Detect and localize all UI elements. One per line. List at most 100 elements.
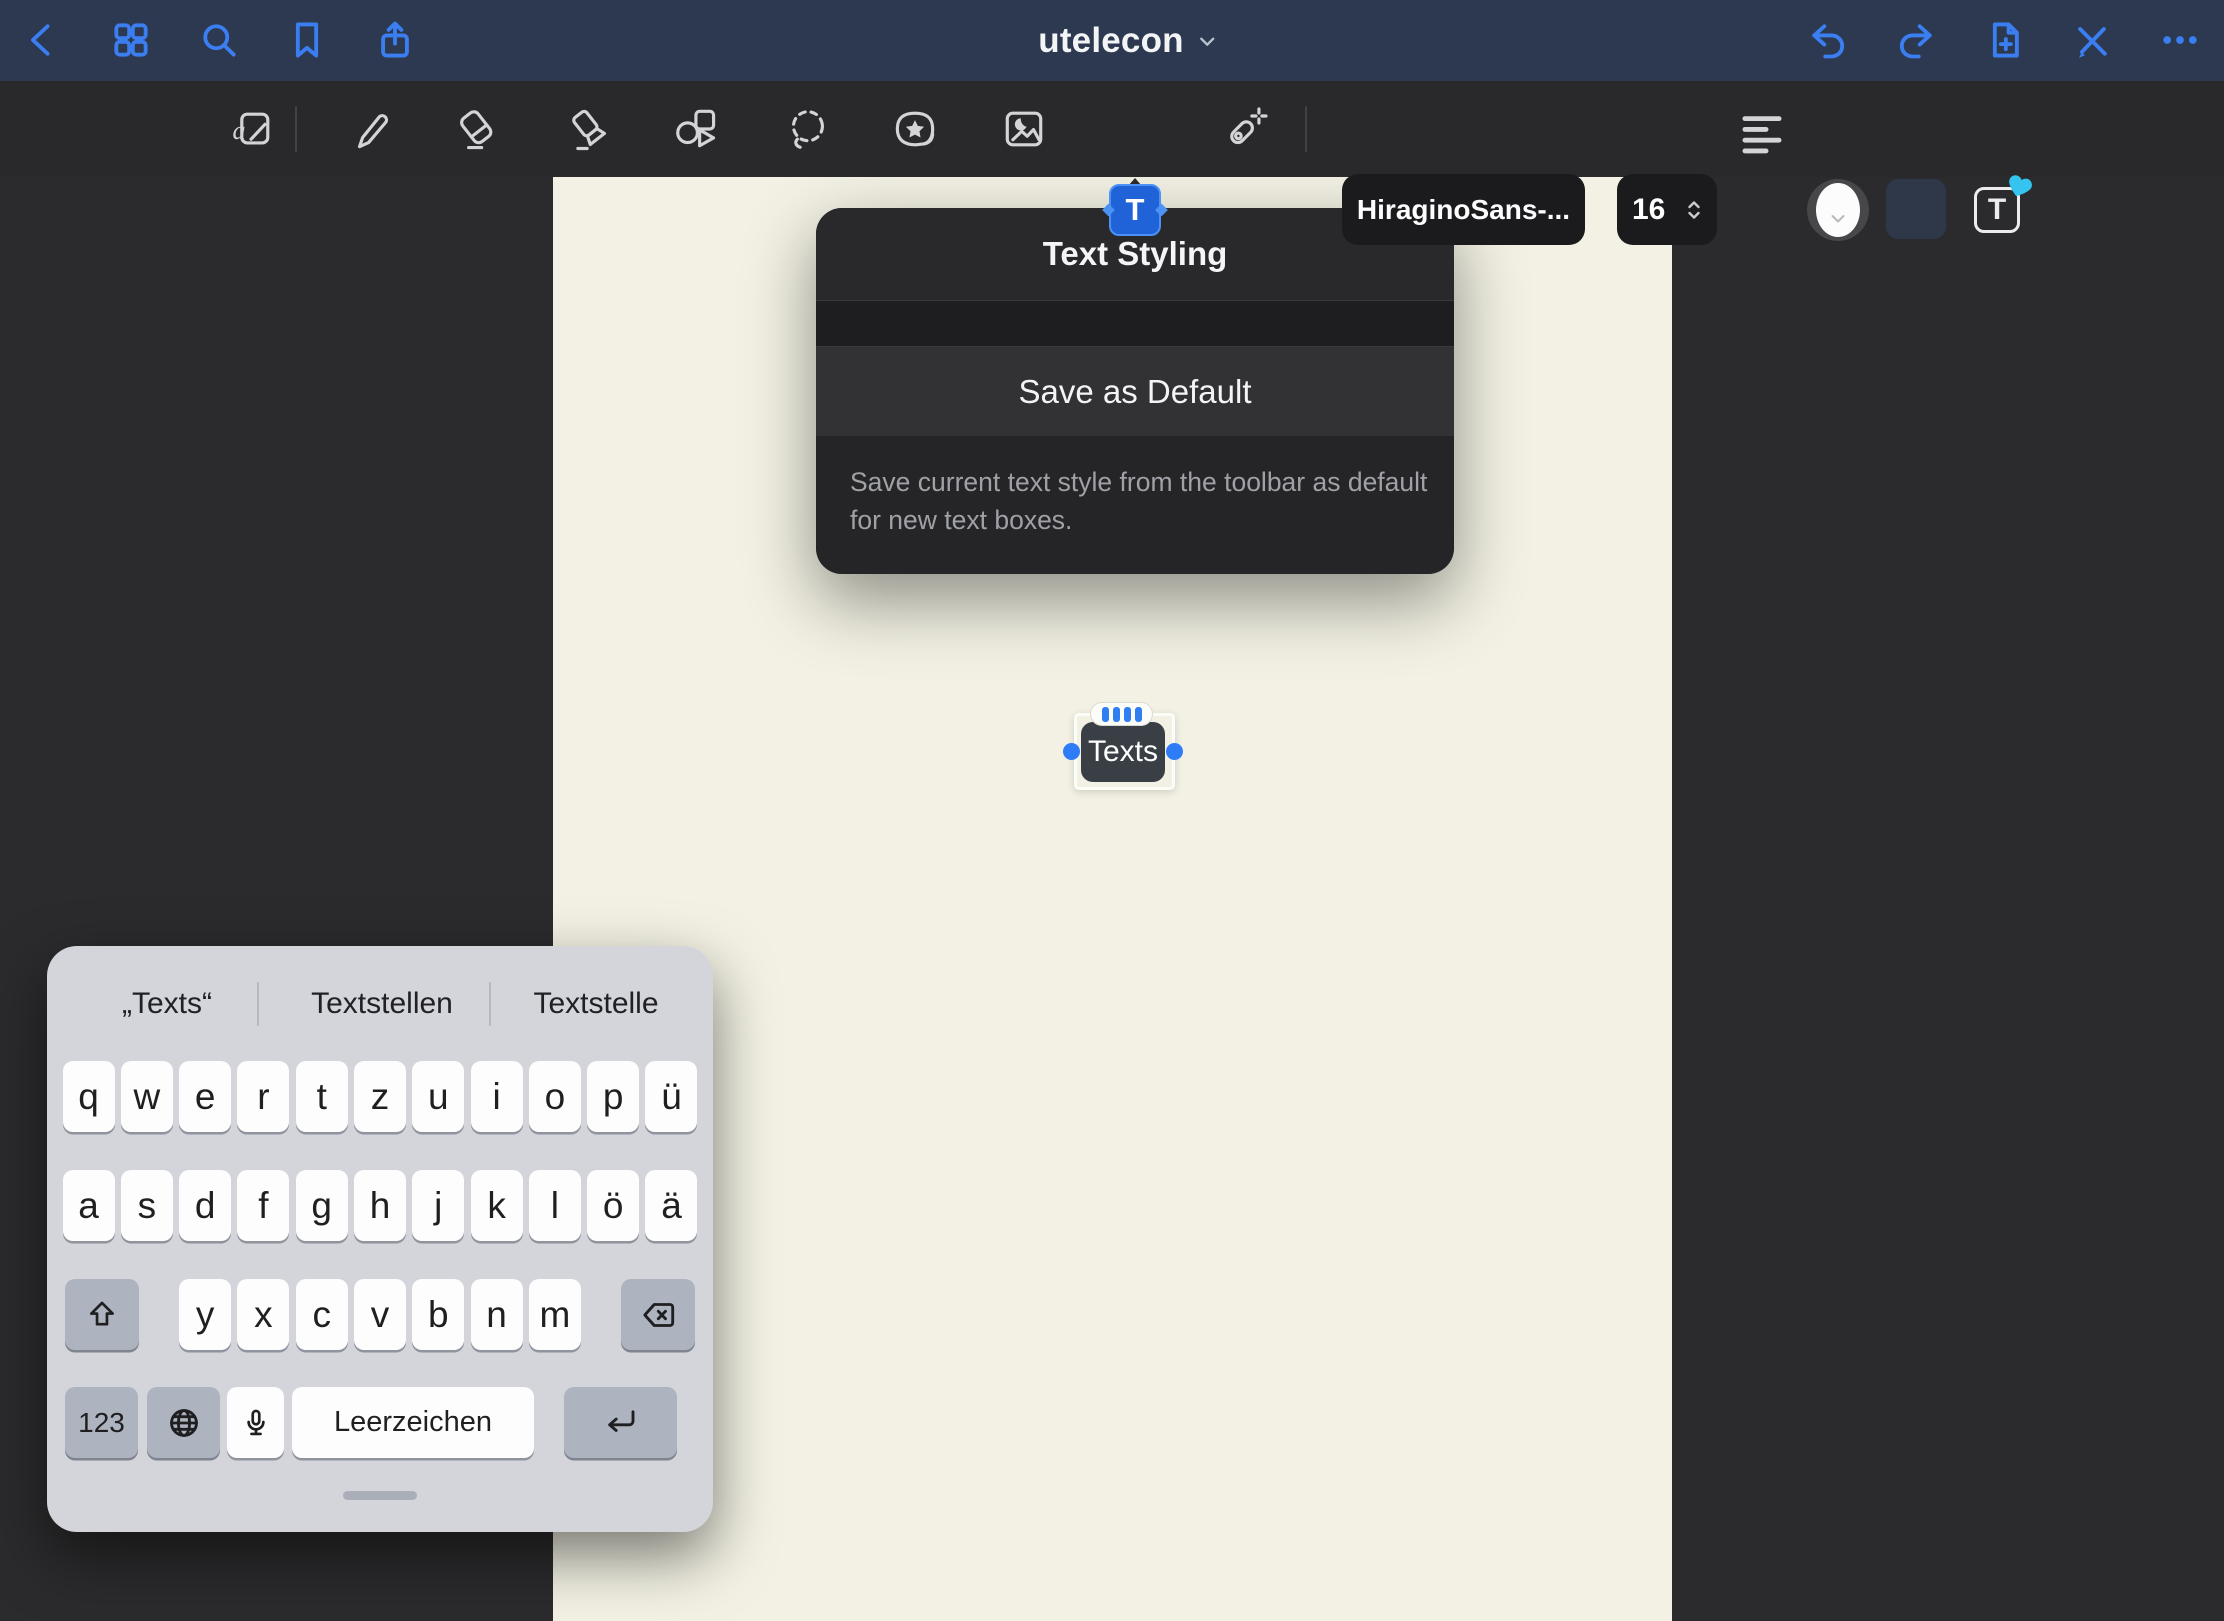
toolbar-mode-icon: a (226, 103, 278, 155)
back-button[interactable] (20, 17, 66, 63)
suggestion-divider (257, 982, 259, 1026)
undo-icon (1806, 18, 1850, 62)
bookmark-button[interactable] (284, 17, 330, 63)
key-x[interactable]: x (237, 1279, 289, 1350)
suggestion-1[interactable]: Textstellen (292, 976, 472, 1032)
return-icon (603, 1405, 639, 1441)
elements-tool-button[interactable] (889, 103, 941, 155)
key-o[interactable]: o (529, 1061, 581, 1132)
key-l[interactable]: l (529, 1170, 581, 1241)
text-style-favorite-button[interactable]: T (1971, 180, 2027, 236)
document-title: utelecon (1038, 21, 1184, 61)
key-h[interactable]: h (354, 1170, 406, 1241)
suggestion-2[interactable]: Textstelle (506, 976, 686, 1032)
key-b[interactable]: b (412, 1279, 464, 1350)
pen-slash-icon (2070, 18, 2114, 62)
key-d[interactable]: d (179, 1170, 231, 1241)
share-icon (373, 18, 417, 62)
inactive-button (1886, 179, 1946, 239)
key-v[interactable]: v (354, 1279, 406, 1350)
tool-bar: a T Hi (0, 81, 2224, 177)
key-w[interactable]: w (121, 1061, 173, 1132)
key-p[interactable]: p (587, 1061, 639, 1132)
key-k[interactable]: k (471, 1170, 523, 1241)
pen-icon (340, 103, 392, 155)
laser-pointer-icon (1219, 103, 1271, 155)
add-page-button[interactable] (1981, 17, 2027, 63)
key-g[interactable]: g (296, 1170, 348, 1241)
shift-key[interactable] (65, 1279, 139, 1350)
text-tool-label: T (1126, 192, 1145, 228)
svg-text:a: a (233, 116, 246, 145)
text-tool-button-selected[interactable]: T (1109, 184, 1161, 236)
numbers-key[interactable]: 123 (65, 1387, 138, 1458)
more-button[interactable] (2157, 17, 2203, 63)
save-as-default-button[interactable]: Save as Default (816, 347, 1454, 436)
undo-button[interactable] (1805, 17, 1851, 63)
nav-right-group (1805, 17, 2203, 63)
key-u[interactable]: u (412, 1061, 464, 1132)
highlighter-icon (563, 103, 615, 155)
add-page-icon (1982, 18, 2026, 62)
key-oe[interactable]: ö (587, 1170, 639, 1241)
redo-button[interactable] (1893, 17, 1939, 63)
key-a[interactable]: a (63, 1170, 115, 1241)
textbox-resize-handle-left[interactable] (1063, 743, 1080, 760)
key-m[interactable]: m (529, 1279, 581, 1350)
key-n[interactable]: n (471, 1279, 523, 1350)
photo-tool-button[interactable] (998, 103, 1050, 155)
highlighter-tool-button[interactable] (563, 103, 615, 155)
key-q[interactable]: q (63, 1061, 115, 1132)
key-s[interactable]: s (121, 1170, 173, 1241)
key-f[interactable]: f (237, 1170, 289, 1241)
suggestion-exact[interactable]: „Texts“ (77, 976, 257, 1032)
textbox-resize-handle-right[interactable] (1166, 743, 1183, 760)
image-icon (998, 103, 1050, 155)
dictation-key[interactable] (227, 1387, 284, 1458)
key-z[interactable]: z (354, 1061, 406, 1132)
chevron-down-icon (1196, 30, 1218, 52)
key-row-1: q w e r t z u i o p ü (47, 1061, 713, 1132)
key-c[interactable]: c (296, 1279, 348, 1350)
eraser-tool-button[interactable] (451, 103, 503, 155)
document-title-menu[interactable]: utelecon (1038, 0, 1218, 81)
globe-icon (166, 1405, 202, 1441)
font-name-button[interactable]: HiraginoSans-... (1342, 174, 1585, 245)
key-i[interactable]: i (471, 1061, 523, 1132)
globe-key[interactable] (147, 1387, 220, 1458)
font-name-label: HiraginoSans-... (1357, 194, 1570, 226)
redo-icon (1894, 18, 1938, 62)
shapes-tool-button[interactable] (669, 103, 721, 155)
key-ue[interactable]: ü (645, 1061, 697, 1132)
text-align-button[interactable] (1736, 106, 1788, 158)
text-color-button[interactable] (1807, 179, 1869, 241)
laser-pointer-tool-button[interactable] (1219, 103, 1271, 155)
stepper-chevrons-icon (1686, 196, 1702, 224)
space-key[interactable]: Leerzeichen (292, 1387, 534, 1458)
font-size-value: 16 (1632, 193, 1665, 227)
key-r[interactable]: r (237, 1061, 289, 1132)
lasso-tool-button[interactable] (781, 103, 833, 155)
key-ae[interactable]: ä (645, 1170, 697, 1241)
keyboard-drag-handle[interactable] (343, 1491, 417, 1500)
key-j[interactable]: j (412, 1170, 464, 1241)
backspace-key[interactable] (621, 1279, 695, 1350)
floating-keyboard: „Texts“ Textstellen Textstelle q w e r t… (47, 946, 713, 1532)
key-e[interactable]: e (179, 1061, 231, 1132)
font-size-stepper[interactable]: 16 (1617, 174, 1717, 245)
readonly-mode-button[interactable] (2069, 17, 2115, 63)
selected-textbox[interactable]: Texts (1081, 722, 1165, 782)
toolbar-mode-button[interactable]: a (226, 103, 278, 155)
grid-icon (109, 18, 153, 62)
key-t[interactable]: t (296, 1061, 348, 1132)
key-row-2: a s d f g h j k l ö ä (47, 1170, 713, 1241)
share-button[interactable] (372, 17, 418, 63)
key-y[interactable]: y (179, 1279, 231, 1350)
pen-tool-button[interactable] (340, 103, 392, 155)
pages-overview-button[interactable] (108, 17, 154, 63)
shapes-icon (669, 103, 721, 155)
textbox-drag-grip[interactable] (1090, 702, 1153, 726)
return-key[interactable] (564, 1387, 677, 1458)
search-button[interactable] (196, 17, 242, 63)
shift-icon (85, 1298, 119, 1332)
